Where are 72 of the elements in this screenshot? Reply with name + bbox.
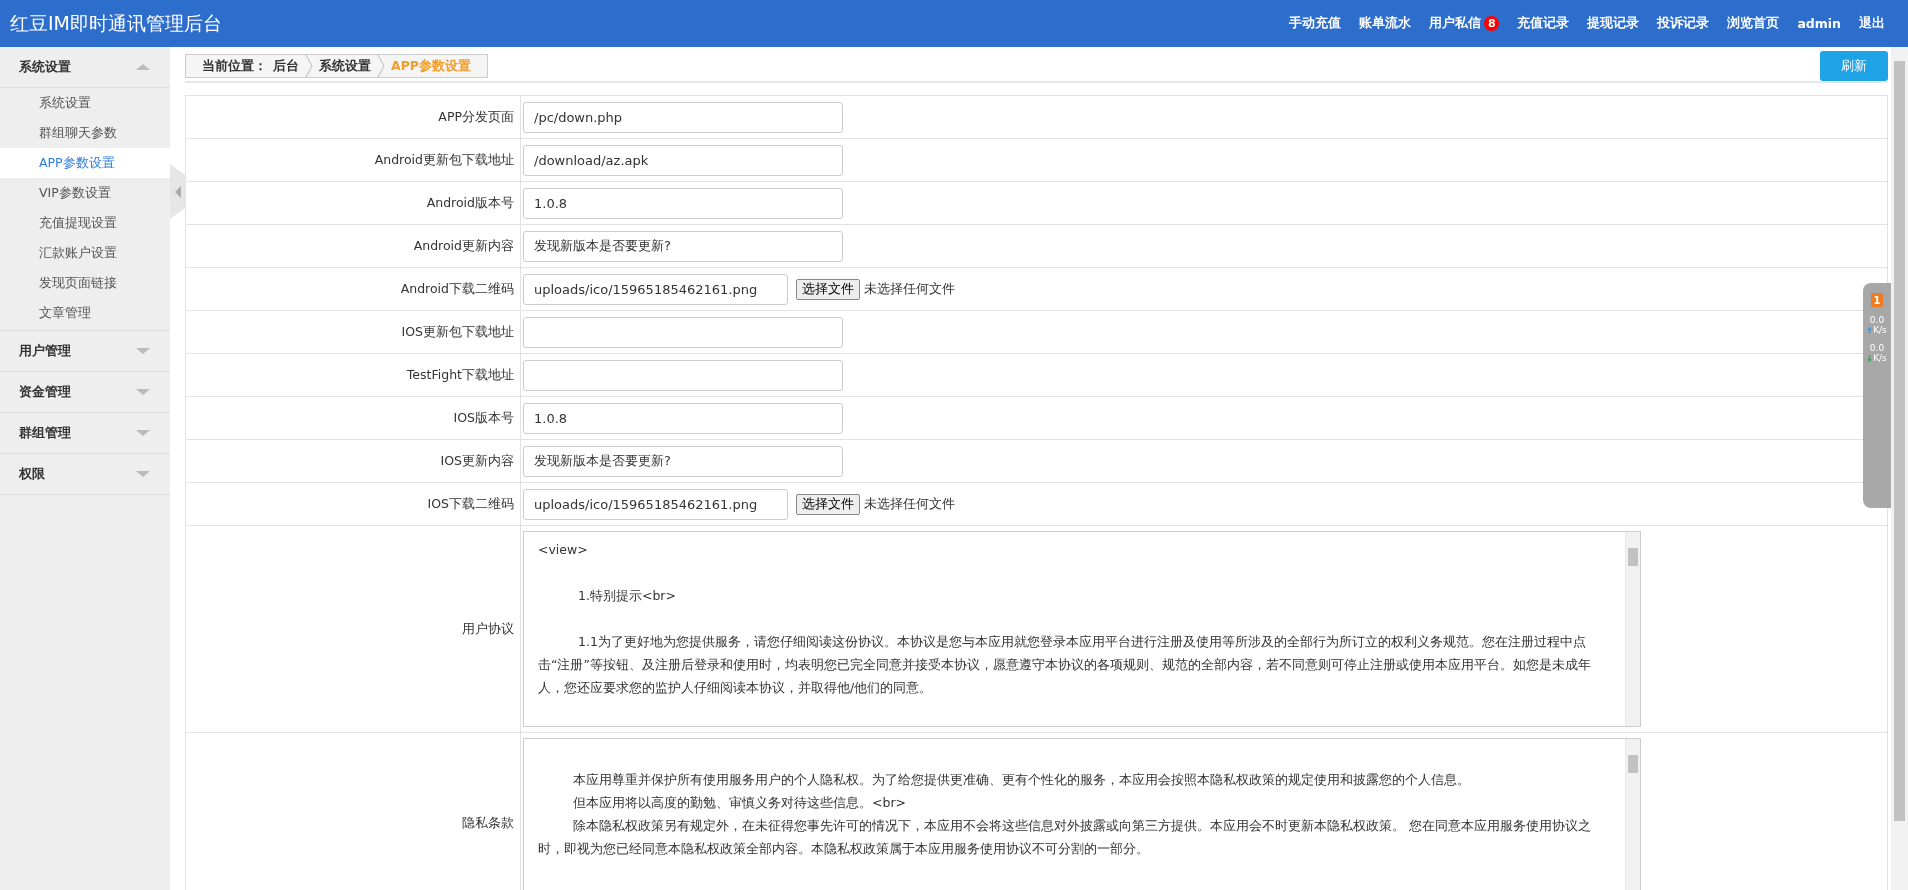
text-area[interactable]: <view> 1.特别提示<br> 1.1为了更好地为您提供服务，请您仔细阅读这份协议。本协议是您与本应用就您登录本应用平台进行注册及使用等所涉及的全部行为所订立的权利义务规范。您在注册过程中点击“注册”等按钮、及注册后登录和使用时，均表明您已完全同意并接受本协议，愿意遵守本协议的各项规则、规范的全部内容，若不同意则可停止注册或使用本应用平台。如您是未成年人，您还应要求您的监护人仔细阅读本协议，并取得他/他们的同意。 bbox=[523, 531, 1641, 727]
sidebar-item[interactable]: 汇款账户设置 bbox=[0, 238, 170, 268]
nav-link[interactable]: 退出 bbox=[1850, 15, 1894, 32]
sidebar-item[interactable]: VIP参数设置 bbox=[0, 178, 170, 208]
chevron-separator-icon bbox=[377, 55, 385, 77]
upload-speed: 0.0 bbox=[1869, 315, 1885, 325]
nav-link[interactable]: 用户私信 8 bbox=[1420, 15, 1509, 32]
field-label: Android版本号 bbox=[186, 182, 521, 224]
sidebar-group[interactable]: 用户管理 bbox=[0, 331, 170, 372]
text-field[interactable]: uploads/ico/15965185462161.png bbox=[523, 488, 788, 520]
scrollbar[interactable] bbox=[1625, 532, 1640, 726]
sidebar-item[interactable]: 充值提现设置 bbox=[0, 208, 170, 238]
sidebar-item[interactable]: 文章管理 bbox=[0, 298, 170, 328]
expand-triangle-icon bbox=[136, 471, 150, 477]
text-field[interactable]: 1.0.8 bbox=[523, 187, 843, 219]
nav-link[interactable]: 账单流水 bbox=[1350, 15, 1421, 32]
choose-file-button[interactable]: 选择文件 bbox=[796, 493, 860, 515]
notification-badge: 1 bbox=[1871, 293, 1883, 307]
message-count-badge: 8 bbox=[1484, 16, 1500, 31]
expand-triangle-icon bbox=[136, 348, 150, 354]
nav-link[interactable]: 充值记录 bbox=[1508, 15, 1579, 32]
breadcrumb-link[interactable]: 系统设置 bbox=[313, 57, 377, 75]
field-label: Android更新内容 bbox=[186, 225, 521, 267]
nav-link[interactable]: 手动充值 bbox=[1280, 15, 1351, 32]
download-speed: 0.0 bbox=[1869, 343, 1885, 353]
text-field[interactable] bbox=[523, 316, 843, 348]
text-field[interactable] bbox=[523, 359, 843, 391]
field-label: IOS更新内容 bbox=[186, 440, 521, 482]
nav-link[interactable]: 提现记录 bbox=[1578, 15, 1649, 32]
sidebar-group[interactable]: 权限 bbox=[0, 454, 170, 495]
sidebar-group[interactable]: 群组管理 bbox=[0, 413, 170, 454]
page-scrollbar[interactable] bbox=[1891, 47, 1908, 890]
field-label: Android更新包下载地址 bbox=[186, 139, 521, 181]
text-field[interactable]: uploads/ico/15965185462161.png bbox=[523, 273, 788, 305]
speed-unit: K/s bbox=[1873, 353, 1887, 363]
text-field[interactable]: 1.0.8 bbox=[523, 402, 843, 434]
sidebar-item[interactable]: 发现页面链接 bbox=[0, 268, 170, 298]
text-area[interactable]: 本应用尊重并保护所有使用服务用户的个人隐私权。为了给您提供更准确、更有个性化的服务，本应用会按照本隐私权政策的规定使用和披露您的个人信息。 但本应用将以高度的勤勉、审慎义务对待这些信息。<br> 除本隐私权政策另有规定外，在未征得您事先许可的情况下，本应用不会将这些信息对外披露或向第三方提供。本应用会不时更新本隐私权政策。 您在同意本应用服务使用协议之时，即视为您已经同意本隐私权政策全部内容。本隐私权政策属于本应用服务使用协议不可分割的一部分。 bbox=[523, 738, 1641, 890]
sidebar-item[interactable]: 系统设置 bbox=[0, 88, 170, 118]
sidebar-item[interactable]: APP参数设置 bbox=[0, 148, 170, 178]
speed-unit: K/s bbox=[1873, 325, 1887, 335]
field-label: Android下载二维码 bbox=[186, 268, 521, 310]
field-label: 用户协议 bbox=[186, 526, 521, 732]
expand-triangle-icon bbox=[136, 389, 150, 395]
field-label: TestFight下载地址 bbox=[186, 354, 521, 396]
upload-arrow-icon bbox=[1867, 326, 1873, 334]
download-arrow-icon bbox=[1867, 354, 1873, 362]
sidebar-group[interactable]: 系统设置 bbox=[0, 47, 170, 88]
file-status: 未选择任何文件 bbox=[864, 280, 955, 298]
chevron-separator-icon bbox=[305, 55, 313, 77]
scrollbar[interactable] bbox=[1625, 739, 1640, 890]
field-label: IOS版本号 bbox=[186, 397, 521, 439]
nav-link[interactable]: 投诉记录 bbox=[1648, 15, 1719, 32]
text-field[interactable]: /pc/down.php bbox=[523, 101, 843, 133]
nav-link[interactable]: 浏览首页 bbox=[1718, 15, 1789, 32]
field-label: IOS下载二维码 bbox=[186, 483, 521, 525]
breadcrumb-prefix: 当前位置： bbox=[201, 57, 267, 75]
nav-link[interactable]: admin bbox=[1788, 15, 1850, 32]
choose-file-button[interactable]: 选择文件 bbox=[796, 278, 860, 300]
file-status: 未选择任何文件 bbox=[864, 495, 955, 513]
text-field[interactable]: /download/az.apk bbox=[523, 144, 843, 176]
text-field[interactable]: 发现新版本是否要更新? bbox=[523, 445, 843, 477]
sidebar-item[interactable]: 群组聊天参数 bbox=[0, 118, 170, 148]
text-field[interactable]: 发现新版本是否要更新? bbox=[523, 230, 843, 262]
breadcrumb-link[interactable]: 后台 bbox=[267, 57, 305, 75]
field-label: IOS更新包下载地址 bbox=[186, 311, 521, 353]
collapse-triangle-icon bbox=[136, 64, 150, 70]
field-label: 隐私条款 bbox=[186, 733, 521, 890]
field-label: APP分发页面 bbox=[186, 96, 521, 138]
app-title: 红豆IM即时通讯管理后台 bbox=[10, 10, 222, 36]
sidebar-group[interactable]: 资金管理 bbox=[0, 372, 170, 413]
expand-triangle-icon bbox=[136, 430, 150, 436]
